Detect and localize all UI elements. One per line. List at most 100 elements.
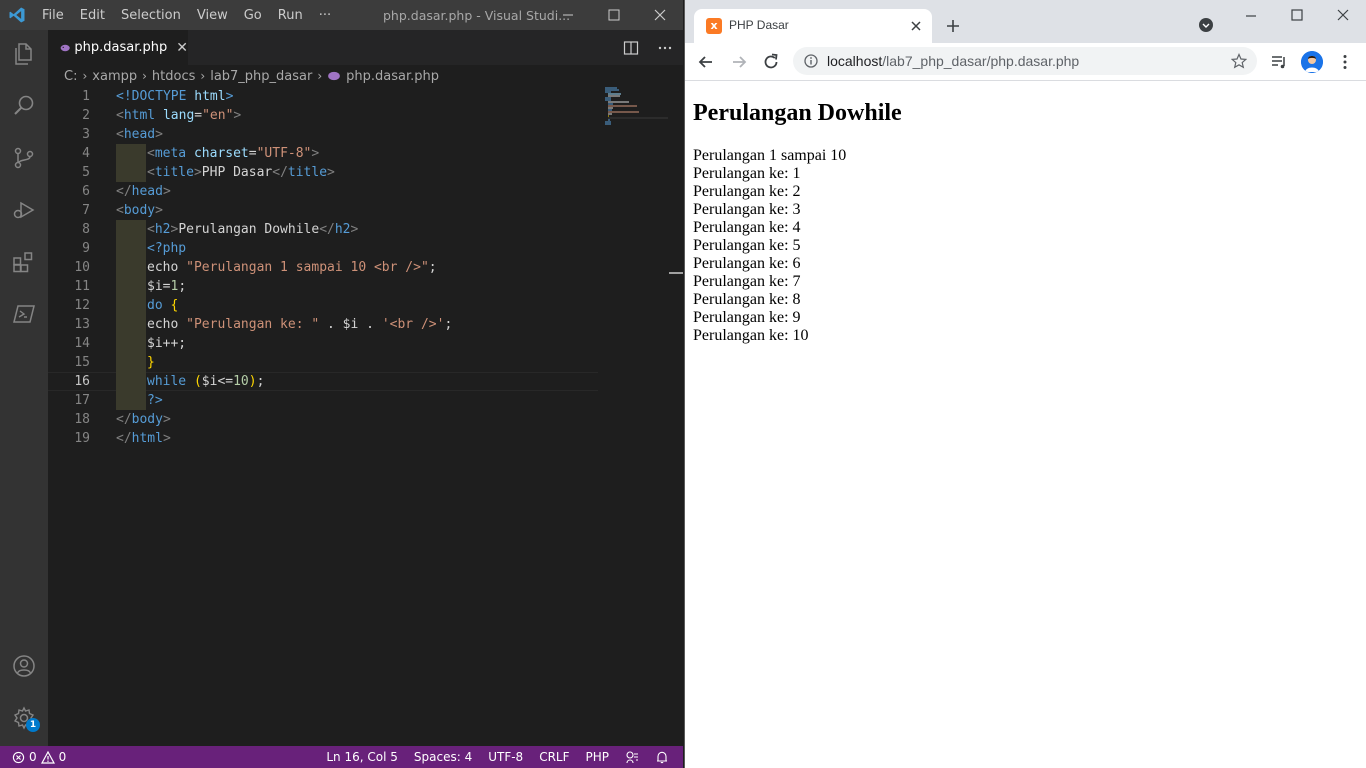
editor-tabs: php.dasar.php ✕ — [48, 30, 683, 65]
code-text: <body> — [116, 203, 163, 218]
page-heading: Perulangan Dowhile — [693, 100, 902, 126]
chrome-tab-title: PHP Dasar — [729, 18, 789, 32]
code-line[interactable]: 7 <body> — [48, 201, 598, 220]
close-window-button[interactable] — [637, 0, 683, 30]
tab-php-dasar[interactable]: php.dasar.php ✕ — [48, 30, 188, 65]
new-tab-icon[interactable] — [945, 18, 961, 34]
warning-icon — [40, 750, 55, 764]
breadcrumb-item[interactable]: C: — [64, 69, 77, 84]
line-number: 16 — [74, 374, 90, 389]
line-number: 4 — [82, 146, 90, 161]
encoding[interactable]: UTF-8 — [488, 750, 523, 764]
chrome-menu-icon[interactable] — [1335, 52, 1355, 72]
remote-explorer-icon[interactable] — [12, 302, 36, 326]
activity-bar: 1 — [0, 30, 48, 746]
breadcrumb-item[interactable]: xampp — [92, 69, 137, 84]
code-line[interactable]: 13 echo "Perulangan ke: " . $i . '<br />'… — [48, 315, 598, 334]
extensions-icon[interactable] — [12, 250, 36, 274]
minimize-icon[interactable] — [1245, 10, 1257, 22]
breadcrumb-item[interactable]: php.dasar.php — [346, 69, 439, 84]
profile-icon — [1301, 51, 1323, 73]
code-line[interactable]: 17 ?> — [48, 391, 598, 410]
maximize-button[interactable] — [591, 0, 637, 30]
code-line[interactable]: 2 <html lang="en"> — [48, 106, 598, 125]
chevron-right-icon: › — [82, 69, 88, 83]
media-control-icon[interactable] — [1269, 52, 1289, 72]
code-text: <!DOCTYPE html> — [116, 89, 234, 104]
line-number: 12 — [74, 298, 90, 313]
output-line: Perulangan ke: 2 — [693, 183, 801, 200]
error-count: 0 — [29, 750, 37, 764]
code-line[interactable]: 10 echo "Perulangan 1 sampai 10 <br />"; — [48, 258, 598, 277]
indent-guide — [116, 372, 146, 391]
code-line[interactable]: 12 do { — [48, 296, 598, 315]
code-line[interactable]: 16 while ($i<=10); — [48, 372, 598, 391]
indentation[interactable]: Spaces: 4 — [414, 750, 472, 764]
minimize-button[interactable] — [545, 0, 591, 30]
menu-run[interactable]: Run — [270, 8, 311, 23]
tab-close-icon[interactable]: ✕ — [176, 40, 188, 56]
menu-more[interactable]: ··· — [311, 8, 339, 23]
code-line[interactable]: 8 <h2>Perulangan Dowhile</h2> — [48, 220, 598, 239]
bell-icon[interactable] — [655, 750, 669, 764]
code-editor[interactable]: 1 <!DOCTYPE html> 2 <html lang="en"> 3 <head>… — [48, 87, 683, 746]
close-icon[interactable] — [1337, 9, 1349, 21]
source-control-icon[interactable] — [12, 146, 36, 170]
menu-go[interactable]: Go — [236, 8, 270, 23]
code-line[interactable]: 18 </body> — [48, 410, 598, 429]
feedback-icon[interactable] — [625, 750, 639, 764]
code-line[interactable]: 6 </head> — [48, 182, 598, 201]
more-actions-icon[interactable] — [657, 40, 673, 56]
explorer-icon[interactable] — [12, 42, 36, 66]
breadcrumb-item[interactable]: htdocs — [152, 69, 195, 84]
run-debug-icon[interactable] — [12, 198, 36, 222]
code-line[interactable]: 19 </html> — [48, 429, 598, 448]
menu-selection[interactable]: Selection — [113, 8, 189, 23]
problems-indicator[interactable]: 0 0 — [12, 746, 66, 768]
code-line[interactable]: 1 <!DOCTYPE html> — [48, 87, 598, 106]
indent-guide — [116, 334, 146, 353]
output-line: Perulangan ke: 1 — [693, 165, 801, 182]
end-of-line[interactable]: CRLF — [539, 750, 569, 764]
line-number: 11 — [74, 279, 90, 294]
code-text: echo "Perulangan 1 sampai 10 <br />"; — [147, 260, 437, 275]
chrome-tab-php-dasar[interactable]: x PHP Dasar — [694, 9, 932, 43]
php-elephant-icon — [60, 44, 70, 51]
cursor-position[interactable]: Ln 16, Col 5 — [326, 750, 398, 764]
breadcrumb-item[interactable]: lab7_php_dasar — [210, 69, 312, 84]
profile-avatar[interactable] — [1301, 51, 1323, 73]
scrollbar-marker[interactable] — [669, 272, 683, 274]
url-text[interactable]: localhost/lab7_php_dasar/php.dasar.php — [827, 53, 1079, 69]
back-arrow-icon[interactable] — [696, 52, 716, 72]
reload-icon[interactable] — [761, 52, 781, 72]
code-text: ?> — [147, 393, 163, 408]
code-text: </html> — [116, 431, 171, 446]
menu-view[interactable]: View — [189, 8, 236, 23]
code-line[interactable]: 14 $i++; — [48, 334, 598, 353]
status-right: Ln 16, Col 5 Spaces: 4 UTF-8 CRLF PHP — [326, 746, 669, 768]
address-bar[interactable]: localhost/lab7_php_dasar/php.dasar.php — [793, 47, 1257, 75]
line-number: 3 — [82, 127, 90, 142]
bookmark-star-icon[interactable] — [1231, 53, 1247, 69]
code-line[interactable]: 5 <title>PHP Dasar</title> — [48, 163, 598, 182]
account-icon[interactable] — [12, 654, 36, 678]
status-bar: 0 0 Ln 16, Col 5 Spaces: 4 UTF-8 CRLF PH… — [0, 746, 683, 768]
code-line[interactable]: 11 $i=1; — [48, 277, 598, 296]
output-line: Perulangan ke: 8 — [693, 291, 801, 308]
code-line[interactable]: 4 <meta charset="UTF-8"> — [48, 144, 598, 163]
menu-file[interactable]: File — [34, 8, 72, 23]
search-icon[interactable] — [12, 94, 36, 118]
language-mode[interactable]: PHP — [586, 750, 610, 764]
maximize-icon[interactable] — [1291, 9, 1303, 21]
menu-edit[interactable]: Edit — [72, 8, 113, 23]
close-tab-icon[interactable] — [910, 20, 922, 32]
minimap[interactable] — [603, 87, 673, 127]
code-line[interactable]: 15} — [48, 353, 598, 372]
info-icon[interactable] — [804, 54, 818, 68]
forward-arrow-icon[interactable] — [729, 52, 749, 72]
breadcrumb: C: › xampp › htdocs › lab7_php_dasar › p… — [48, 65, 683, 87]
tab-search-icon[interactable] — [1199, 18, 1213, 32]
split-editor-icon[interactable] — [623, 40, 639, 56]
code-line[interactable]: 3 <head> — [48, 125, 598, 144]
code-line[interactable]: 9 <?php — [48, 239, 598, 258]
